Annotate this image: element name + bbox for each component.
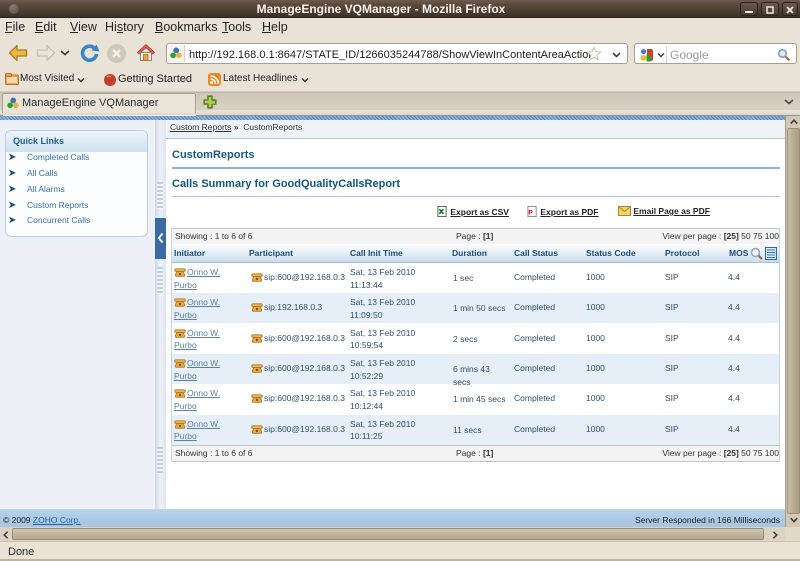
svg-text:P: P — [528, 209, 533, 216]
